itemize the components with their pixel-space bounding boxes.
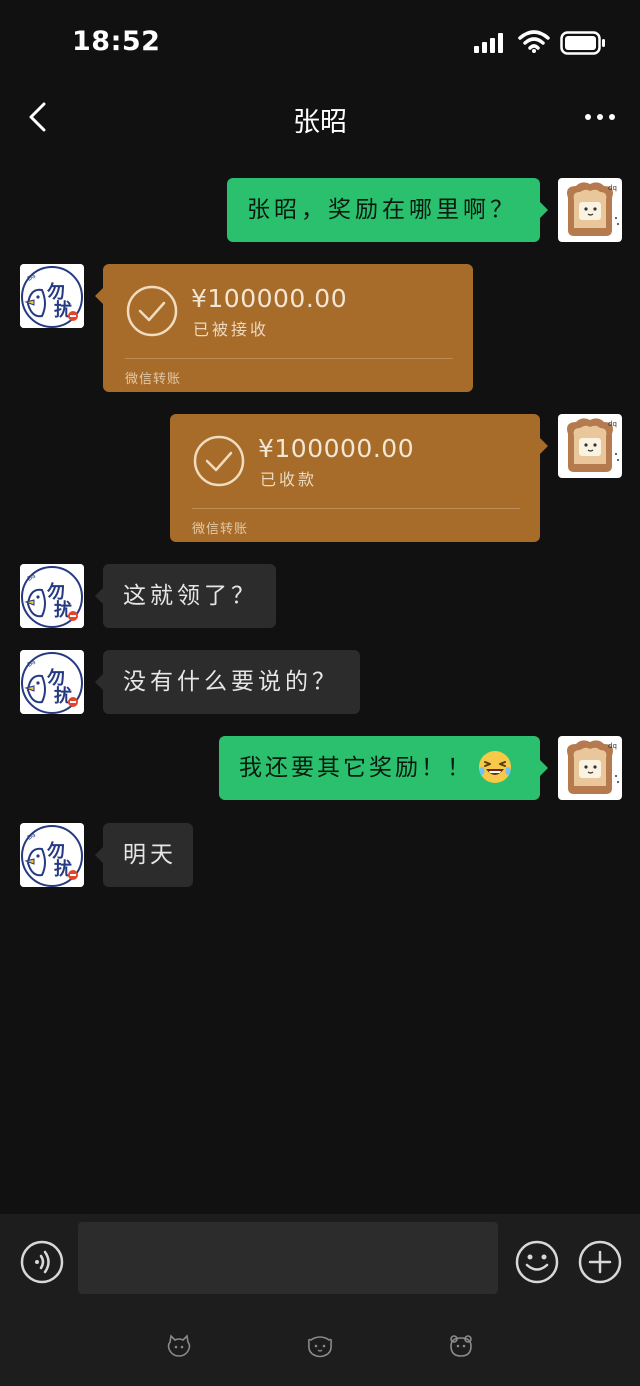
divider <box>192 508 520 509</box>
message-bubble-other[interactable]: 明天 <box>95 823 193 887</box>
signal-icon <box>474 33 503 53</box>
contact-avatar[interactable] <box>20 264 84 328</box>
more-icon[interactable] <box>584 112 616 122</box>
chat-title: 张昭 <box>293 107 347 138</box>
message-text: 我还要其它奖励！！ <box>239 755 473 781</box>
contact-avatar[interactable] <box>20 564 84 628</box>
voice-icon[interactable] <box>20 1240 64 1284</box>
message-text: 没有什么要说的？ <box>123 669 339 695</box>
dog-face-icon[interactable] <box>306 1334 334 1358</box>
transfer-label: 微信转账 <box>192 522 249 537</box>
divider <box>125 358 453 359</box>
transfer-amount: ¥100000.00 <box>191 284 348 313</box>
status-bar: 18:52 <box>0 0 640 80</box>
message-text: 明天 <box>123 842 177 868</box>
status-time: 18:52 <box>72 26 161 57</box>
input-bar <box>0 1214 640 1386</box>
message-bubble-other[interactable]: 没有什么要说的？ <box>95 650 360 714</box>
transfer-card[interactable]: ¥100000.00 已被接收 微信转账 <box>95 264 473 392</box>
message-text: 张昭，奖励在哪里啊？ <box>247 197 517 223</box>
transfer-status: 已收款 <box>260 470 318 489</box>
message-bubble-self[interactable]: 我还要其它奖励！！ <box>219 736 548 800</box>
wifi-icon <box>518 30 550 53</box>
transfer-status: 已被接收 <box>193 320 270 339</box>
self-avatar[interactable] <box>558 414 622 478</box>
message-text: 这就领了？ <box>123 583 258 609</box>
message-bubble-self[interactable]: 张昭，奖励在哪里啊？ <box>227 178 548 242</box>
contact-avatar[interactable] <box>20 823 84 887</box>
transfer-label: 微信转账 <box>125 372 182 387</box>
battery-icon <box>560 31 605 55</box>
message-input[interactable] <box>78 1222 498 1294</box>
emoji-icon[interactable] <box>515 1240 559 1284</box>
self-avatar[interactable] <box>558 178 622 242</box>
nav-bar: 张昭 <box>0 86 640 150</box>
plus-icon[interactable] <box>578 1240 622 1284</box>
transfer-card[interactable]: ¥100000.00 已收款 微信转账 <box>170 414 548 542</box>
message-bubble-other[interactable]: 这就领了？ <box>95 564 276 628</box>
check-circle-icon <box>126 285 178 337</box>
self-avatar[interactable] <box>558 736 622 800</box>
transfer-amount: ¥100000.00 <box>258 434 415 463</box>
bear-face-icon[interactable] <box>448 1334 474 1358</box>
cat-face-icon[interactable] <box>166 1334 192 1358</box>
contact-avatar[interactable] <box>20 650 84 714</box>
check-circle-icon <box>193 435 245 487</box>
laughing-squint-emoji-icon <box>479 750 511 783</box>
